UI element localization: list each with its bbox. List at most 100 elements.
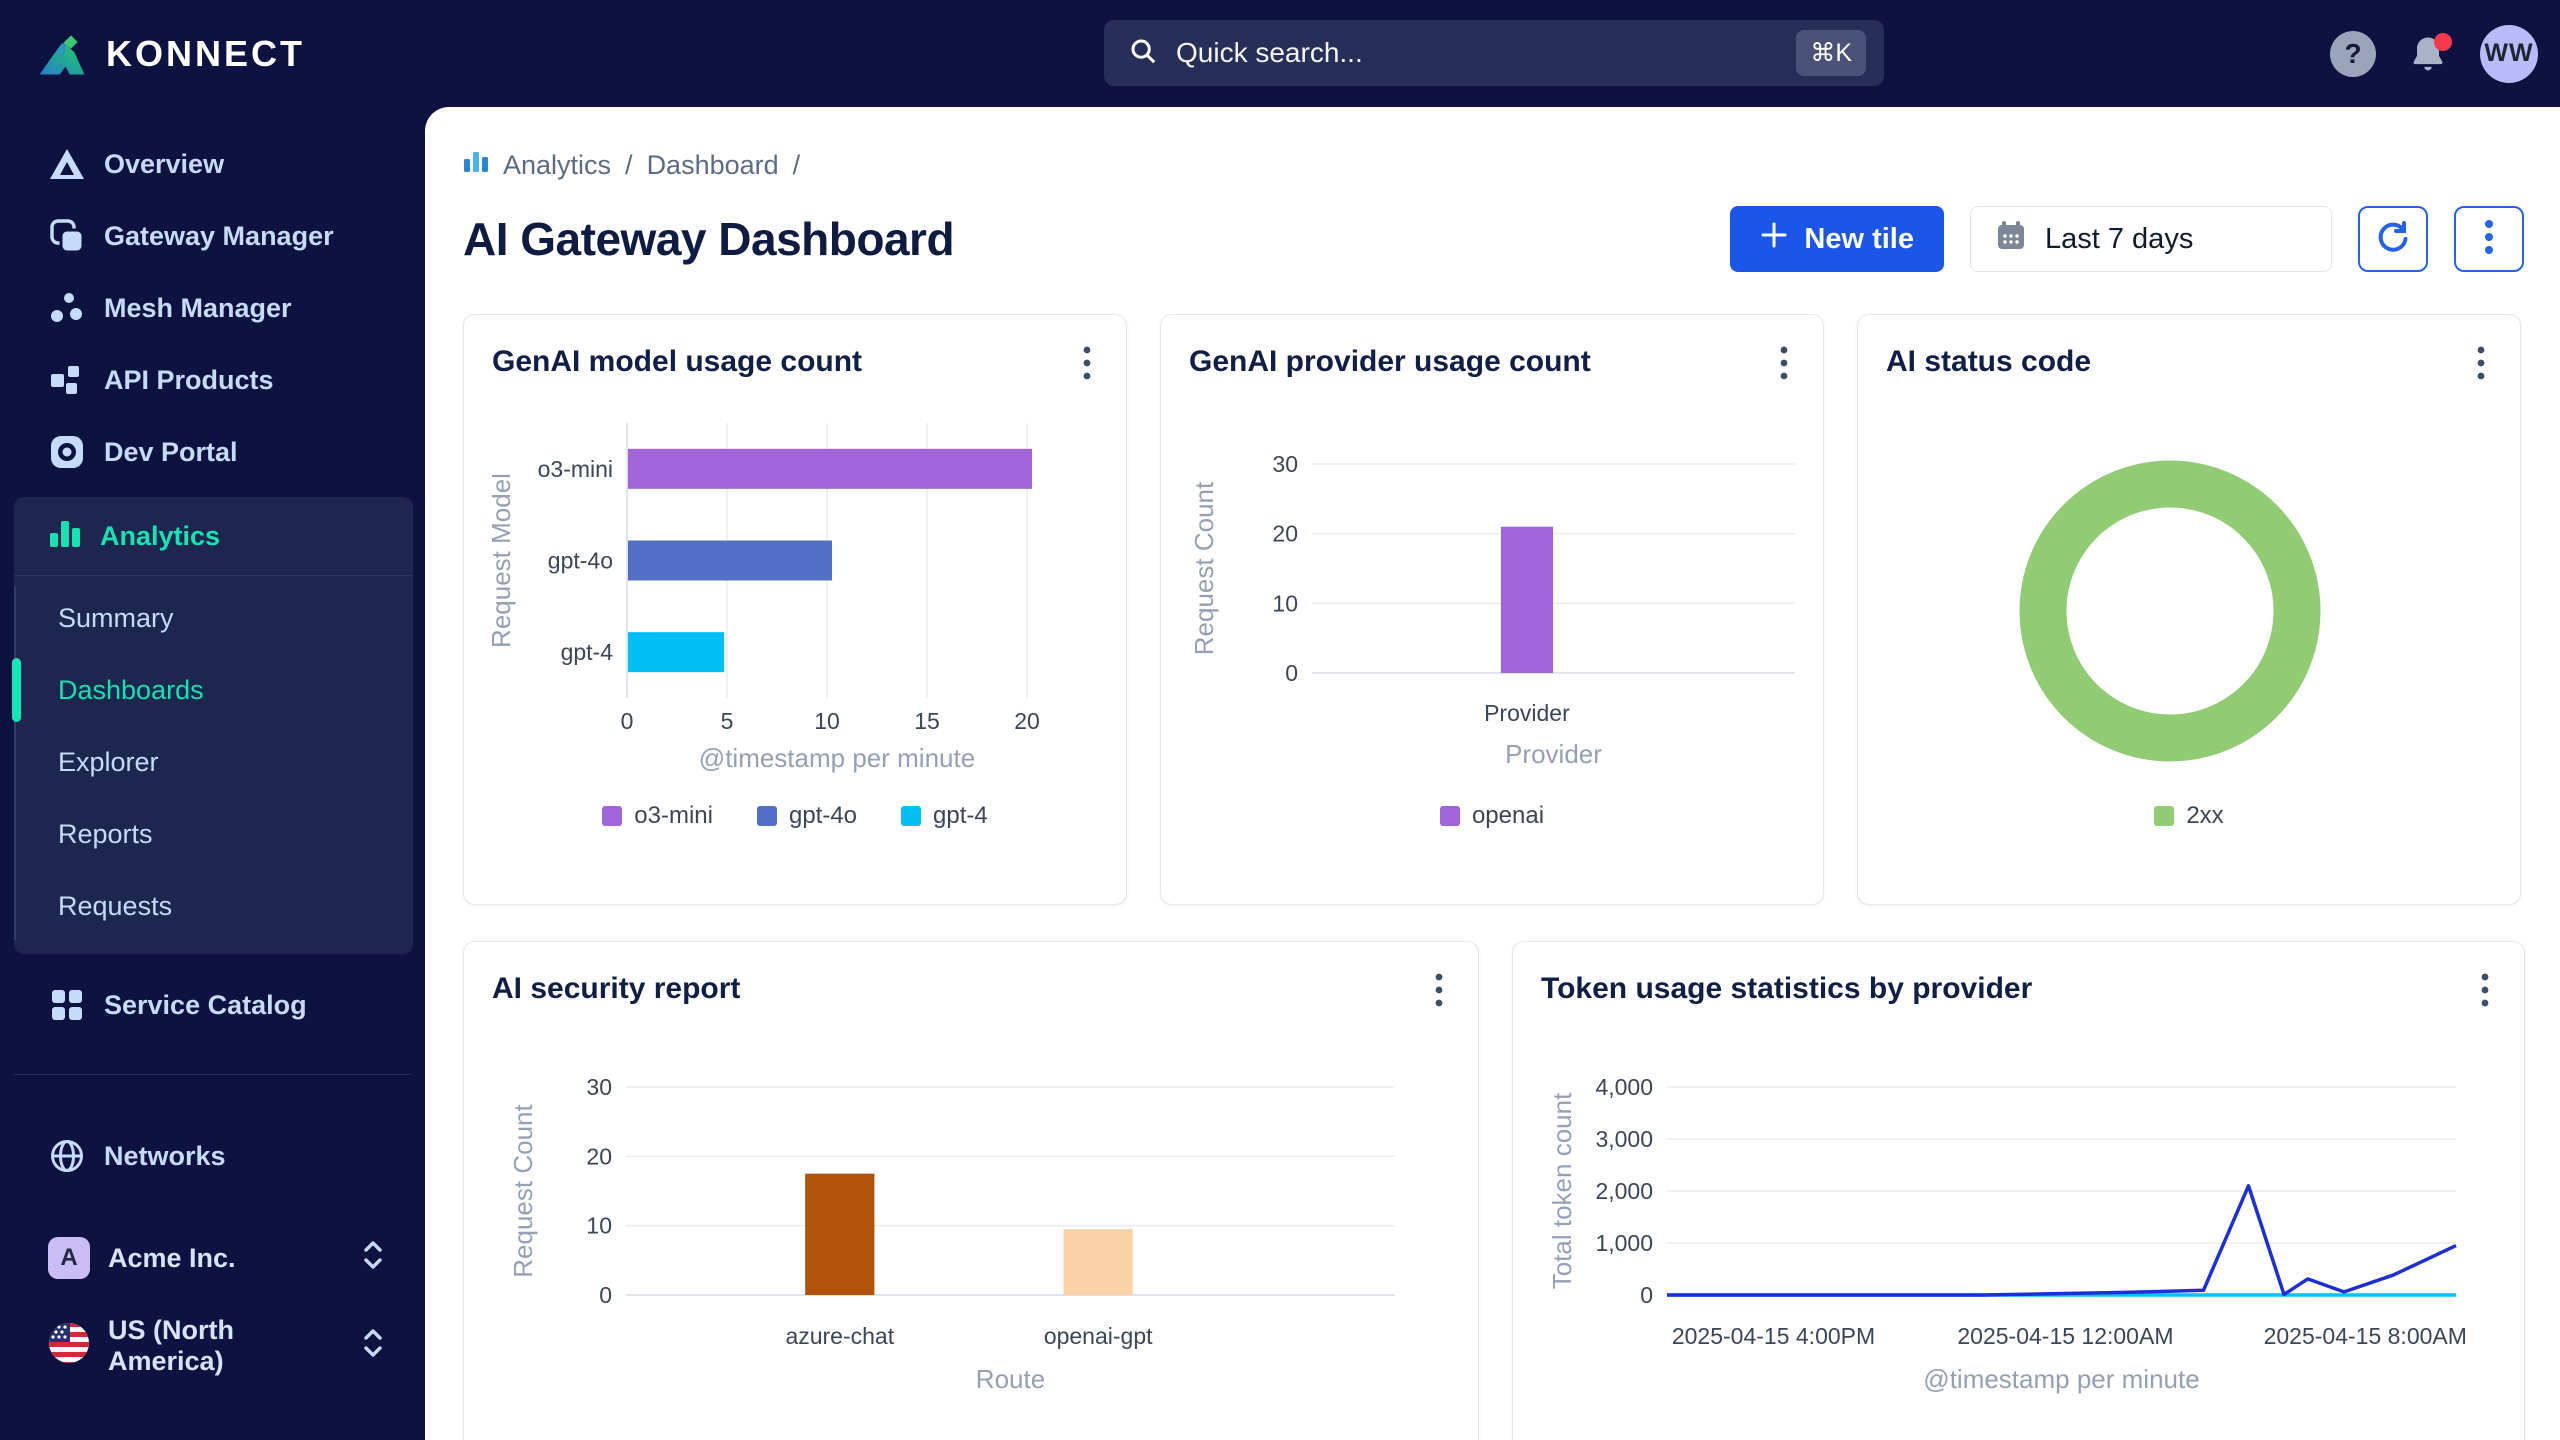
tile-menu-icon[interactable] (1424, 970, 1454, 1010)
tile-menu-icon[interactable] (2470, 970, 2500, 1010)
svg-text:Route: Route (976, 1364, 1045, 1394)
sidebar-item-mesh-manager[interactable]: Mesh Manager (48, 279, 425, 337)
sidebar-item-requests[interactable]: Requests (14, 870, 413, 942)
brand-name: KONNECT (106, 32, 305, 74)
page-title: AI Gateway Dashboard (463, 213, 955, 265)
svg-text:Provider: Provider (1484, 700, 1570, 726)
chart-ai-status-code (1886, 403, 2492, 788)
svg-text:Request Count: Request Count (508, 1104, 538, 1278)
breadcrumb-section[interactable]: Analytics (503, 150, 611, 181)
search-shortcut-badge: ⌘K (1796, 30, 1866, 76)
chart-token-usage: 0 1,000 2,000 3,000 4,000 2025-04-15 4:00PM 20… (1541, 1030, 2496, 1435)
analytics-submenu: Summary Dashboards Explorer Reports Requ… (12, 576, 413, 954)
tile-ai-status-code: AI status code 2xx (1857, 314, 2521, 905)
legend-item[interactable]: gpt-4o (756, 802, 857, 830)
mesh-manager-icon (48, 291, 86, 325)
svg-text:Total token count: Total token count (1547, 1092, 1577, 1289)
sidebar: Overview Gateway Manager Mesh Manager AP… (0, 107, 425, 1440)
refresh-button[interactable] (2358, 206, 2428, 272)
breadcrumb-page[interactable]: Dashboard (647, 150, 779, 181)
legend-item[interactable]: 2xx (2154, 802, 2224, 830)
tile-token-usage-statistics: Token usage statistics by provider 0 1,00… (1512, 941, 2525, 1440)
analytics-icon (48, 517, 82, 556)
sidebar-item-overview[interactable]: Overview (48, 135, 425, 193)
date-range-picker[interactable]: Last 7 days (1970, 206, 2332, 272)
sidebar-item-dashboards[interactable]: Dashboards (12, 654, 413, 726)
tile-menu-icon[interactable] (2466, 343, 2496, 383)
chart-genai-provider-usage: 0 10 20 30 Provider Provider Request Count (1189, 403, 1795, 788)
quick-search-input[interactable]: Quick search... ⌘K (1104, 20, 1884, 86)
us-flag-icon (48, 1322, 90, 1371)
tile-menu-icon[interactable] (1769, 343, 1799, 383)
search-placeholder: Quick search... (1176, 37, 1363, 68)
svg-text:gpt-4: gpt-4 (561, 639, 614, 665)
tile-genai-model-usage: GenAI model usage count 0 5 10 15 20 o3-mini g… (463, 314, 1127, 905)
tile-title: AI status code (1886, 345, 2092, 378)
legend-item[interactable]: gpt-4 (901, 802, 988, 830)
plus-icon (1760, 221, 1788, 257)
svg-text:4,000: 4,000 (1595, 1074, 1653, 1100)
analytics-section: Analytics Summary Dashboards Explorer Re… (12, 497, 413, 954)
legend-item[interactable]: openai (1439, 802, 1544, 830)
sidebar-item-dev-portal[interactable]: Dev Portal (48, 423, 425, 481)
legend-item[interactable]: o3-mini (602, 802, 713, 830)
svg-text:azure-chat: azure-chat (785, 1323, 894, 1349)
svg-text:5: 5 (721, 708, 734, 734)
tile-menu-icon[interactable] (1072, 343, 1102, 383)
sidebar-item-analytics[interactable]: Analytics (14, 497, 413, 575)
sidebar-item-summary[interactable]: Summary (14, 582, 413, 654)
svg-text:0: 0 (599, 1282, 612, 1308)
svg-text:Request Model: Request Model (492, 473, 516, 648)
svg-text:o3-mini: o3-mini (538, 456, 613, 482)
calendar-icon (1995, 219, 2027, 259)
refresh-icon (2375, 219, 2411, 260)
chart-ai-security-report: 0 10 20 30 azure-chat openai-gpt Route Request … (492, 1030, 1450, 1435)
brand-logo[interactable]: KONNECT (0, 23, 425, 84)
kebab-menu-icon (2484, 217, 2494, 262)
help-icon[interactable]: ? (2330, 30, 2376, 77)
svg-text:0: 0 (1640, 1282, 1653, 1308)
main-content: Analytics / Dashboard / AI Gateway Dashb… (425, 107, 2560, 1440)
chart-legend: o3-mini gpt-4o gpt-4 (492, 802, 1098, 830)
chart-legend: openai (1189, 802, 1795, 830)
svg-text:Request Count: Request Count (1189, 481, 1219, 655)
sidebar-item-service-catalog[interactable]: Service Catalog (48, 976, 425, 1034)
tile-genai-provider-usage: GenAI provider usage count 0 10 20 30 Provid… (1160, 314, 1824, 905)
svg-text:gpt-4o: gpt-4o (548, 548, 613, 574)
svg-text:0: 0 (621, 708, 634, 734)
region-switcher[interactable]: US (North America) (48, 1315, 385, 1376)
svg-text:10: 10 (1272, 590, 1298, 616)
user-avatar[interactable]: WW (2480, 24, 2538, 83)
dashboard-menu-button[interactable] (2454, 206, 2524, 272)
svg-text:2025-04-15 12:00AM: 2025-04-15 12:00AM (1957, 1323, 2173, 1349)
svg-text:@timestamp per minute: @timestamp per minute (699, 743, 975, 773)
tile-title: AI security report (492, 972, 741, 1005)
svg-text:Provider: Provider (1505, 739, 1602, 769)
org-switcher[interactable]: A Acme Inc. (48, 1229, 385, 1287)
org-badge: A (48, 1237, 90, 1279)
svg-text:1,000: 1,000 (1595, 1230, 1653, 1256)
svg-text:openai-gpt: openai-gpt (1044, 1323, 1153, 1349)
kong-gorilla-icon (34, 23, 90, 84)
sidebar-item-reports[interactable]: Reports (14, 798, 413, 870)
dev-portal-icon (48, 435, 86, 469)
sidebar-item-explorer[interactable]: Explorer (14, 726, 413, 798)
svg-text:2,000: 2,000 (1595, 1178, 1653, 1204)
sidebar-item-api-products[interactable]: API Products (48, 351, 425, 409)
chevron-up-down-icon (361, 1327, 385, 1366)
overview-icon (48, 147, 86, 181)
breadcrumb: Analytics / Dashboard / (463, 149, 2524, 182)
svg-text:2025-04-15 8:00AM: 2025-04-15 8:00AM (2264, 1323, 2467, 1349)
breadcrumb-chart-icon (463, 149, 489, 182)
tile-title: GenAI model usage count (492, 345, 863, 378)
svg-text:20: 20 (1014, 708, 1040, 734)
api-products-icon (48, 363, 86, 397)
sidebar-item-networks[interactable]: Networks (48, 1127, 425, 1185)
chevron-up-down-icon (361, 1239, 385, 1278)
region-name: US (North America) (108, 1315, 234, 1376)
new-tile-button[interactable]: New tile (1730, 206, 1944, 272)
tile-ai-security-report: AI security report 0 10 20 30 azure-chat open… (463, 941, 1479, 1440)
divider (14, 1074, 411, 1075)
notifications-bell-icon[interactable] (2406, 31, 2452, 77)
sidebar-item-gateway-manager[interactable]: Gateway Manager (48, 207, 425, 265)
